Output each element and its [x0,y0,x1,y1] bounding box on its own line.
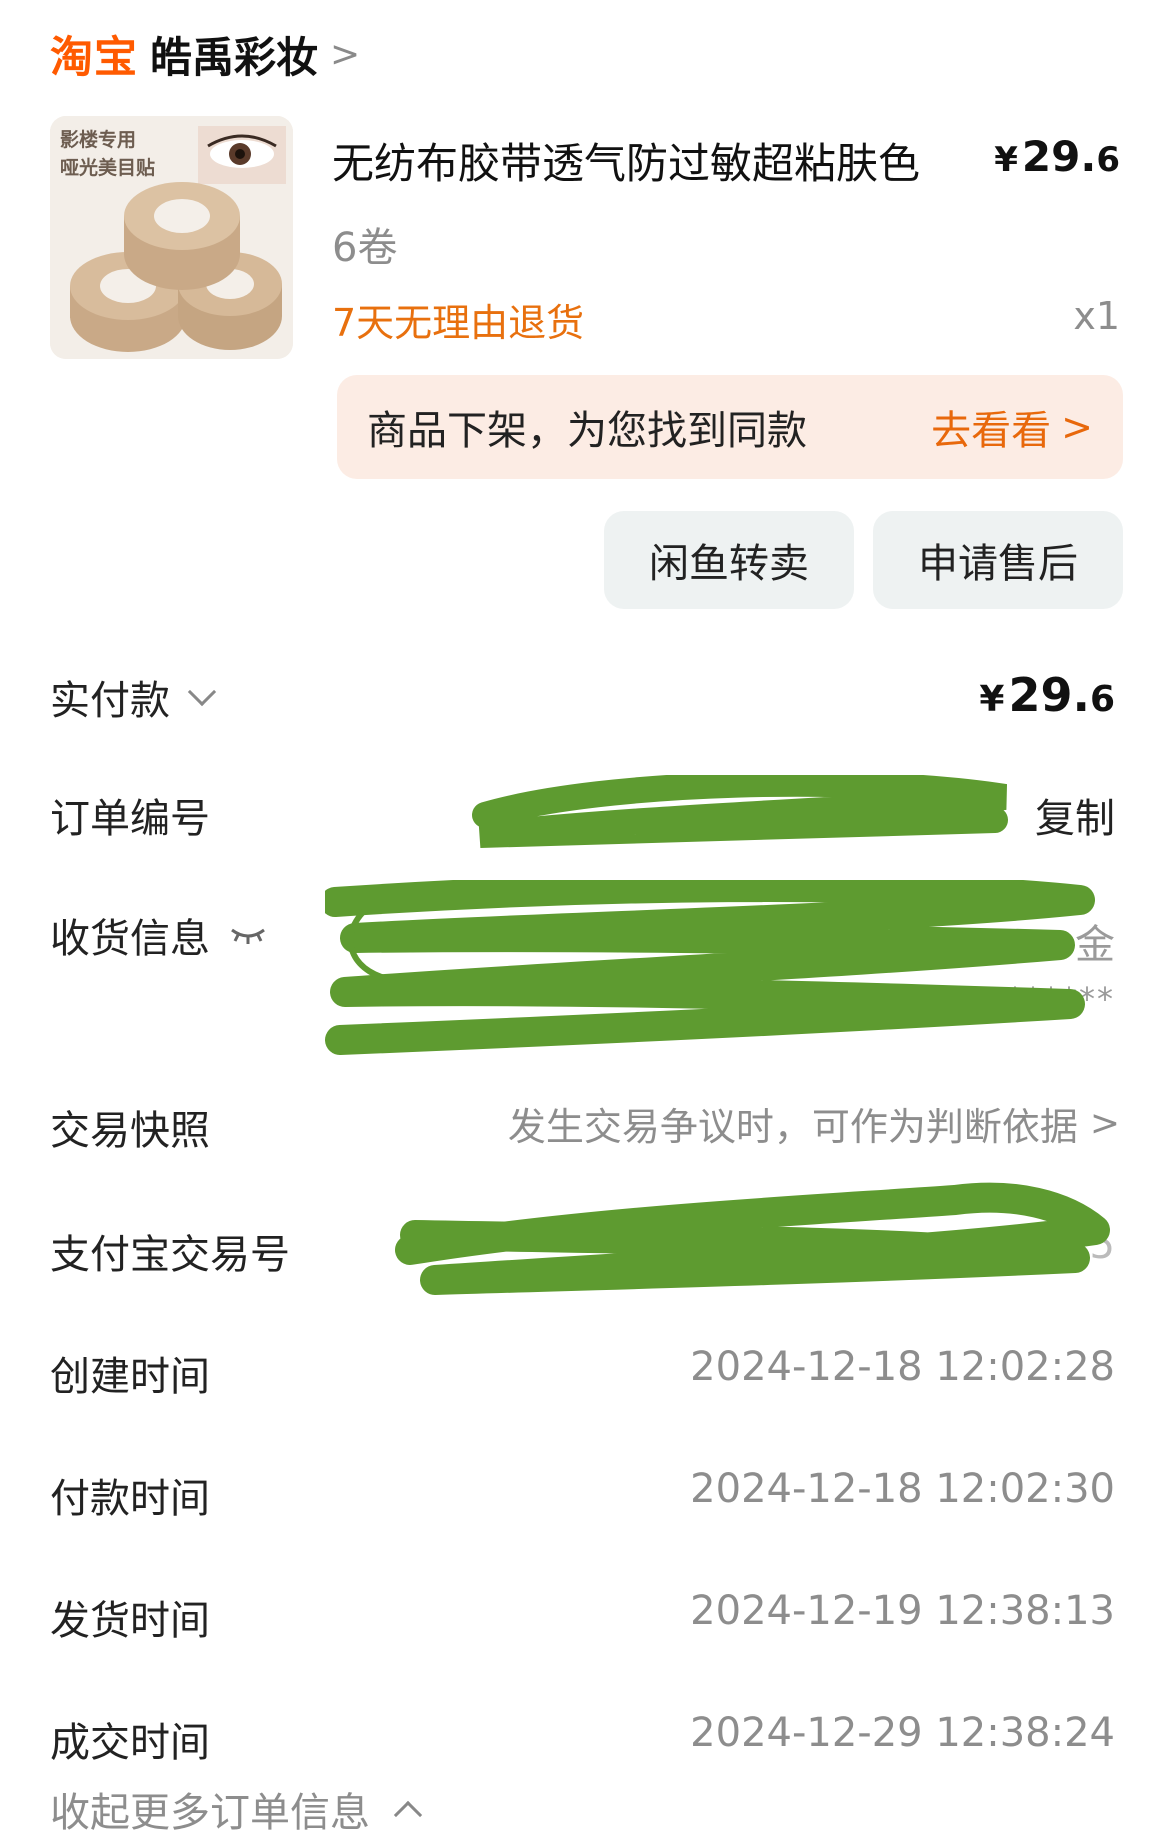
paid-time-label: 付款时间 [50,1476,210,1522]
copy-button[interactable]: 复制 [1035,786,1115,844]
shipping-info-row[interactable]: 收货信息 [50,906,268,964]
order-number-redaction [472,775,1008,848]
shipping-info-redaction [325,880,1095,1055]
completed-time-value: 2024-12-29 12:38:24 [690,1710,1115,1756]
taobao-logo: 淘宝 [50,33,138,83]
go-see-label: 去看看 [931,408,1052,454]
product-spec: 6卷 [332,225,398,271]
chevron-right-icon: > [1089,1103,1120,1144]
product-quantity: x1 [1073,294,1120,338]
chevron-right-icon: > [1061,405,1093,449]
paid-amount-value: ¥29.6 [979,668,1115,722]
product-title[interactable]: 无纺布胶带透气防过敏超粘肤色 [332,130,920,191]
chevron-down-icon[interactable] [187,677,217,707]
shop-header[interactable]: 淘宝 皓禹彩妆 > [50,24,360,85]
currency-symbol: ¥ [994,140,1018,180]
similar-product-banner[interactable]: 商品下架，为您找到同款 去看看 > [337,375,1123,479]
paid-amount-row[interactable]: 实付款 [50,668,217,726]
collapse-order-info-button[interactable]: 收起更多订单信息 [50,1780,423,1834]
go-see-link[interactable]: 去看看 > [931,398,1093,456]
resell-button[interactable]: 闲鱼转卖 [604,511,854,609]
snapshot-value: 发生交易争议时，可作为判断依据 [507,1105,1078,1149]
product-price: ¥29.6 [994,132,1120,181]
order-detail-page: 淘宝 皓禹彩妆 > 影楼专用 哑光美目贴 无纺布胶带透气防过敏超粘肤色 ¥29.… [0,0,1170,1834]
alipay-trade-no-redaction [395,1182,1110,1295]
paid-integer: 29. [1008,668,1090,722]
chevron-up-icon [393,1800,423,1830]
thumbnail-caption: 影楼专用 哑光美目贴 [60,126,155,182]
paid-amount-label: 实付款 [50,678,170,724]
price-integer: 29. [1021,132,1097,181]
return-policy: 7天无理由退货 [332,301,585,345]
created-time-value: 2024-12-18 12:02:28 [690,1344,1115,1390]
thumbnail-text-1: 影楼专用 [60,129,137,151]
product-thumbnail[interactable]: 影楼专用 哑光美目贴 [50,116,293,359]
shipped-time-value: 2024-12-19 12:38:13 [690,1588,1115,1634]
banner-text: 商品下架，为您找到同款 [367,408,807,454]
chevron-right-icon[interactable]: > [330,34,360,75]
snapshot-link[interactable]: 发生交易争议时，可作为判断依据 > [508,1096,1120,1151]
after-sales-button[interactable]: 申请售后 [873,511,1123,609]
price-decimal: 6 [1096,140,1120,180]
paid-decimal: 6 [1089,679,1115,720]
shop-name[interactable]: 皓禹彩妆 [150,24,318,85]
order-number-label: 订单编号 [50,796,210,842]
completed-time-label: 成交时间 [50,1720,210,1766]
thumbnail-text-2: 哑光美目贴 [60,157,156,179]
alipay-trade-no-label: 支付宝交易号 [50,1232,290,1278]
created-time-label: 创建时间 [50,1354,210,1400]
eye-closed-icon[interactable] [228,912,268,958]
shipping-info-label: 收货信息 [50,916,210,962]
paid-time-value: 2024-12-18 12:02:30 [690,1466,1115,1512]
currency-symbol: ¥ [979,679,1005,720]
collapse-label: 收起更多订单信息 [50,1790,370,1834]
snapshot-label: 交易快照 [50,1108,210,1154]
shipped-time-label: 发货时间 [50,1598,210,1644]
